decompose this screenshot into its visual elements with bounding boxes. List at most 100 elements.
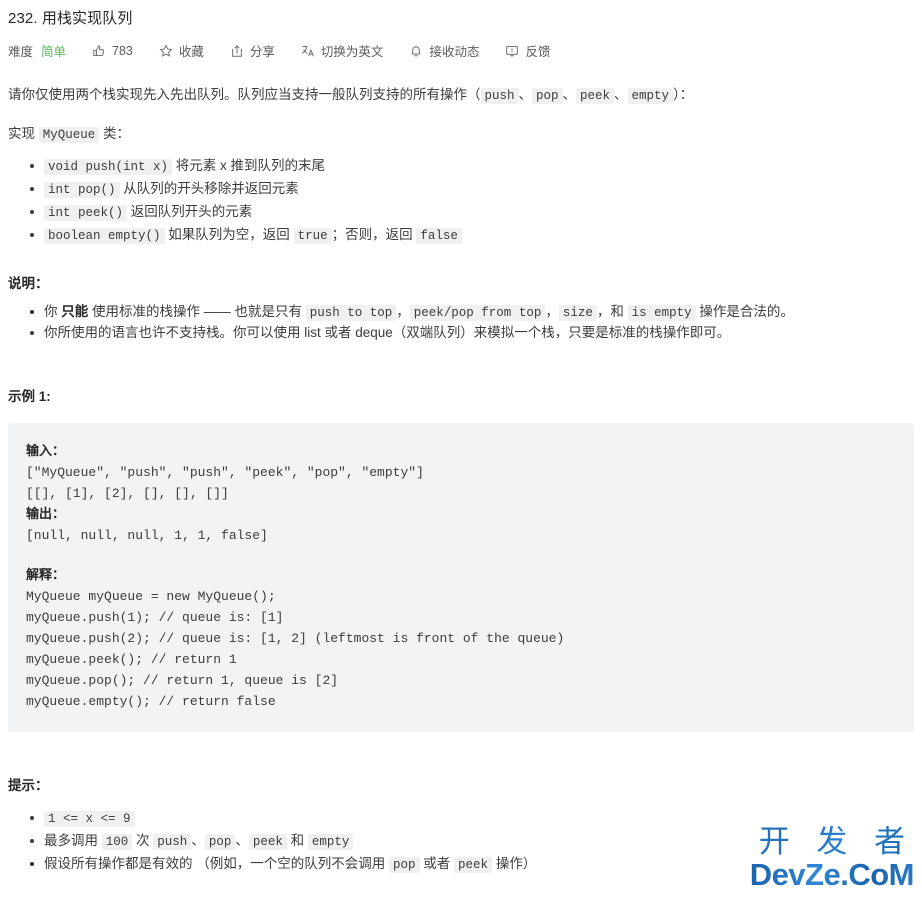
example-output-label: 输出： [26, 507, 66, 522]
example-explain-line: MyQueue myQueue = new MyQueue(); [26, 589, 276, 604]
favorite-button[interactable]: 收藏 [159, 41, 204, 60]
note-sep-3: ，和 [596, 304, 628, 319]
note-emphasis: 只能 [61, 304, 89, 319]
sep-3: 、 [614, 87, 628, 102]
code-empty: empty [627, 88, 674, 104]
method-signature: int peek() [44, 205, 128, 221]
example-explain-line: myQueue.empty(); // return false [26, 694, 276, 709]
like-count: 783 [112, 43, 133, 58]
feedback-button[interactable]: 反馈 [505, 41, 550, 60]
code-push: push [153, 834, 192, 850]
note-text-a: 你 [44, 304, 62, 319]
hint-text-b: 次 [132, 833, 154, 848]
list-item: int peek() 返回队列开头的元素 [30, 202, 914, 223]
share-label: 分享 [249, 45, 275, 59]
example-heading: 示例 1: [8, 389, 51, 404]
hints-list: 1 <= x <= 9 最多调用 100 次 push、 pop、 peek 和 e… [8, 808, 914, 875]
implement-text-b: 类： [99, 126, 131, 141]
problem-content: 请你仅使用两个栈实现先入先出队列。队列应当支持一般队列支持的所有操作（ push、… [0, 84, 922, 908]
code-peek: peek [454, 857, 493, 873]
code-peek: peek [248, 834, 287, 850]
hint-text-a: 假设所有操作都是有效的 （例如，一个空的队列不会调用 [44, 856, 390, 871]
like-button[interactable]: 783 [92, 44, 133, 58]
example-input-line: [[], [1], [2], [], [], []] [26, 486, 229, 501]
method-desc-a: 如果队列为空，返回 [168, 227, 294, 242]
thumbs-up-icon [92, 44, 106, 58]
intro-paragraph-2: 实现 MyQueue 类： [8, 123, 914, 146]
example-explain-line: myQueue.pop(); // return 1, queue is [2] [26, 673, 339, 688]
example-input-line: ["MyQueue", "push", "push", "peek", "pop… [26, 465, 424, 480]
favorite-label: 收藏 [178, 45, 204, 59]
notes-list: 你 只能 使用标准的栈操作 —— 也就是只有 push to top， peek/… [8, 302, 914, 343]
code-peek-pop-from-top: peek/pop from top [409, 305, 546, 321]
list-item: 最多调用 100 次 push、 pop、 peek 和 empty [30, 831, 914, 852]
code-size: size [558, 305, 597, 321]
difficulty-value: 简单 [41, 41, 66, 60]
problem-page: 232. 用栈实现队列 难度 简单 783 收藏 分享 切换为英文 接收动态 反… [0, 0, 922, 908]
method-desc: 将元素 x 推到队列的末尾 [175, 158, 326, 173]
hint-text-b: 或者 [419, 856, 455, 871]
subscribe-label: 接收动态 [429, 45, 480, 59]
example-output-line: [null, null, null, 1, 1, false] [26, 528, 268, 543]
switch-language-button[interactable]: 切换为英文 [301, 41, 384, 60]
method-desc: 从队列的开头移除并返回元素 [123, 181, 299, 196]
note-sep-2: ， [545, 304, 559, 319]
notes-heading: 说明： [8, 276, 49, 291]
note-sep-1: ， [396, 304, 410, 319]
sep-1: 、 [518, 87, 533, 102]
difficulty-badge: 简单 [41, 45, 67, 59]
code-true: true [293, 228, 332, 244]
translate-icon [301, 44, 315, 58]
star-icon [159, 43, 173, 58]
hint-text-c: 操作） [492, 856, 537, 871]
method-signature: void push(int x) [44, 159, 173, 175]
list-item: 你 只能 使用标准的栈操作 —— 也就是只有 push to top， peek/… [30, 302, 914, 323]
example-explain-label: 解释： [26, 568, 66, 583]
list-item: boolean empty() 如果队列为空，返回 true ；否则，返回 fal… [30, 225, 914, 246]
code-100: 100 [101, 834, 133, 850]
example-explain-line: myQueue.peek(); // return 1 [26, 652, 237, 667]
problem-meta-bar: 难度 简单 783 收藏 分享 切换为英文 接收动态 反馈 [0, 28, 922, 60]
bell-icon [409, 44, 423, 58]
share-button[interactable]: 分享 [230, 41, 275, 60]
sep-2: 、 [562, 87, 577, 102]
list-item: 你所使用的语言也许不支持栈。你可以使用 list 或者 deque（双端队列）来… [30, 323, 914, 343]
code-pop: pop [389, 857, 420, 873]
code-false: false [416, 228, 462, 244]
method-signature: int pop() [44, 182, 120, 198]
comment-icon [505, 44, 519, 58]
share-icon [230, 44, 244, 58]
note-text-b: 使用标准的栈操作 —— 也就是只有 [88, 304, 306, 319]
code-pop: pop [204, 834, 236, 850]
code-empty: empty [307, 834, 354, 850]
method-desc-b: ；否则，返回 [331, 227, 417, 242]
code-push-to-top: push to top [305, 305, 397, 321]
feedback-label: 反馈 [525, 45, 551, 59]
implement-text-a: 实现 [8, 126, 39, 141]
note-text-c: 操作是合法的。 [695, 304, 794, 319]
code-push: push [480, 88, 519, 104]
hint-and: 和 [286, 833, 308, 848]
method-list: void push(int x) 将元素 x 推到队列的末尾 int pop()… [8, 156, 914, 246]
note-text-plain: 你所使用的语言也许不支持栈。你可以使用 list 或者 deque（双端队列）来… [44, 325, 731, 340]
list-item: int pop() 从队列的开头移除并返回元素 [30, 179, 914, 200]
example-explain-line: myQueue.push(2); // queue is: [1, 2] (le… [26, 631, 565, 646]
list-item: void push(int x) 将元素 x 推到队列的末尾 [30, 156, 914, 177]
intro-text-a: 请你仅使用两个栈实现先入先出队列。队列应当支持一般队列支持的所有操作（ [8, 87, 481, 102]
subscribe-button[interactable]: 接收动态 [409, 41, 479, 60]
difficulty-label: 难度 [8, 45, 34, 59]
hints-heading: 提示： [8, 778, 49, 793]
hint-sep-1: 、 [191, 833, 205, 848]
list-item: 假设所有操作都是有效的 （例如，一个空的队列不会调用 pop 或者 peek 操… [30, 854, 914, 875]
method-desc: 返回队列开头的元素 [130, 204, 253, 219]
code-peek: peek [576, 88, 615, 104]
hint-text-a: 最多调用 [44, 833, 102, 848]
example-input-label: 输入： [26, 444, 66, 459]
difficulty-group: 难度 [8, 41, 33, 60]
code-pop: pop [532, 88, 563, 104]
code-constraint-x: 1 <= x <= 9 [44, 811, 135, 827]
list-item: 1 <= x <= 9 [30, 808, 914, 829]
switch-language-label: 切换为英文 [320, 45, 384, 59]
method-signature: boolean empty() [44, 228, 165, 244]
